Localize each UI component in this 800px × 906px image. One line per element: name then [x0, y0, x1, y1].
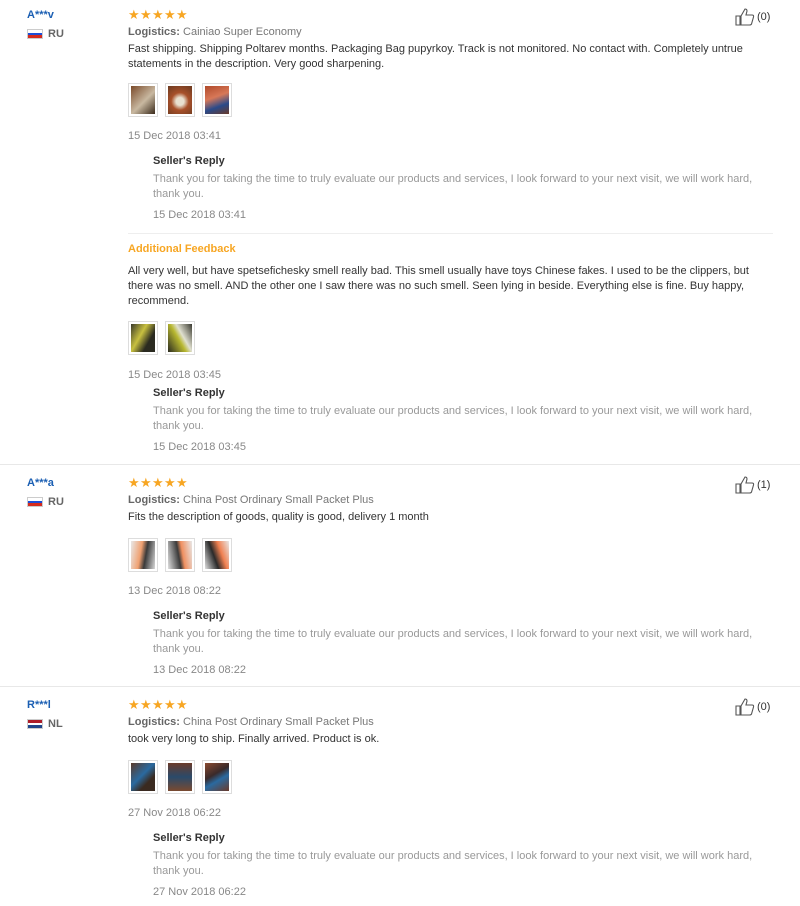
buyer-country: RU [27, 28, 64, 40]
additional-feedback-title: Additional Feedback [128, 243, 236, 255]
star-icon: ★ [152, 697, 164, 712]
seller-reply-text: Thank you for taking the time to truly e… [153, 628, 753, 655]
buyer-country: NL [27, 718, 63, 730]
review-photos [128, 760, 773, 796]
logistics-value: Cainiao Super Economy [183, 26, 302, 38]
review-date: 13 Dec 2018 08:22 [128, 585, 221, 597]
logistics-value: China Post Ordinary Small Packet Plus [183, 716, 374, 728]
review-photo-thumbnail[interactable] [128, 760, 158, 794]
additional-feedback-date: 15 Dec 2018 03:45 [128, 369, 221, 381]
netherlands-flag-icon [27, 719, 43, 729]
seller-reply-text: Thank you for taking the time to truly e… [153, 173, 753, 200]
star-icon: ★ [140, 475, 152, 490]
like-count: (0) [757, 701, 771, 713]
star-icon: ★ [152, 7, 164, 22]
seller-reply: Seller's Reply Thank you for taking the … [153, 386, 773, 454]
seller-reply: Seller's Reply Thank you for taking the … [153, 154, 773, 222]
star-icon: ★ [164, 475, 176, 490]
thumbs-up-icon [735, 698, 755, 716]
logistics-label: Logistics: [128, 494, 180, 506]
review-divider [0, 464, 800, 465]
logistics-info: Logistics: China Post Ordinary Small Pac… [128, 715, 773, 730]
logistics-label: Logistics: [128, 716, 180, 728]
seller-reply-text: Thank you for taking the time to truly e… [153, 405, 753, 432]
star-icon: ★ [128, 697, 140, 712]
star-icon: ★ [164, 7, 176, 22]
helpful-like-button[interactable]: (1) [735, 476, 770, 494]
buyer-name-link[interactable]: A***v [27, 8, 64, 22]
review-text: took very long to ship. Finally arrived.… [128, 733, 380, 745]
like-count: (1) [757, 479, 771, 491]
review-photo-thumbnail[interactable] [165, 83, 195, 117]
star-icon: ★ [176, 7, 188, 22]
reviews-list: A***v RU ★★★★★ Logistics: Cainiao Super … [0, 0, 800, 906]
seller-reply-text: Thank you for taking the time to truly e… [153, 850, 753, 877]
buyer-name-link[interactable]: A***a [27, 476, 64, 490]
seller-reply: Seller's Reply Thank you for taking the … [153, 831, 773, 899]
russia-flag-icon [27, 497, 43, 507]
review-content: ★★★★★ Logistics: China Post Ordinary Sma… [128, 698, 773, 899]
star-icon: ★ [152, 475, 164, 490]
feedback-divider [128, 233, 773, 234]
helpful-like-button[interactable]: (0) [735, 698, 770, 716]
seller-reply-date: 15 Dec 2018 03:41 [153, 209, 246, 221]
helpful-like-button[interactable]: (0) [735, 8, 770, 26]
seller-reply-title: Seller's Reply [153, 155, 225, 167]
buyer-info: A***v RU [27, 8, 64, 40]
logistics-info: Logistics: China Post Ordinary Small Pac… [128, 493, 773, 508]
star-icon: ★ [140, 697, 152, 712]
logistics-info: Logistics: Cainiao Super Economy [128, 25, 773, 40]
review-text: Fits the description of goods, quality i… [128, 511, 429, 523]
star-rating: ★★★★★ [128, 8, 773, 22]
country-code: RU [48, 496, 64, 508]
review-photos [128, 538, 773, 574]
seller-reply-title: Seller's Reply [153, 387, 225, 399]
seller-reply-date: 15 Dec 2018 03:45 [153, 441, 246, 453]
buyer-name-link[interactable]: R***l [27, 698, 63, 712]
buyer-info: A***a RU [27, 476, 64, 508]
review-photo-thumbnail[interactable] [128, 538, 158, 572]
star-rating: ★★★★★ [128, 698, 773, 712]
review-photo-thumbnail[interactable] [165, 538, 195, 572]
seller-reply-date: 27 Nov 2018 06:22 [153, 886, 246, 898]
review-photo-thumbnail[interactable] [202, 83, 232, 117]
review-photo-thumbnail[interactable] [165, 321, 195, 355]
additional-feedback-text: All very well, but have spetsefichesky s… [128, 265, 749, 307]
review-photos [128, 83, 773, 119]
star-icon: ★ [128, 475, 140, 490]
country-code: NL [48, 718, 63, 730]
review-content: ★★★★★ Logistics: China Post Ordinary Sma… [128, 476, 773, 677]
review-photo-thumbnail[interactable] [128, 321, 158, 355]
seller-reply-title: Seller's Reply [153, 610, 225, 622]
seller-reply-title: Seller's Reply [153, 832, 225, 844]
review-photo-thumbnail[interactable] [202, 538, 232, 572]
logistics-label: Logistics: [128, 26, 180, 38]
review-date: 27 Nov 2018 06:22 [128, 807, 221, 819]
buyer-info: R***l NL [27, 698, 63, 730]
seller-reply: Seller's Reply Thank you for taking the … [153, 609, 773, 677]
russia-flag-icon [27, 29, 43, 39]
thumbs-up-icon [735, 8, 755, 26]
review-date: 15 Dec 2018 03:41 [128, 130, 221, 142]
review-content: ★★★★★ Logistics: Cainiao Super Economy F… [128, 8, 773, 454]
star-rating: ★★★★★ [128, 476, 773, 490]
star-icon: ★ [128, 7, 140, 22]
review-photo-thumbnail[interactable] [128, 83, 158, 117]
review-photo-thumbnail[interactable] [202, 760, 232, 794]
logistics-value: China Post Ordinary Small Packet Plus [183, 494, 374, 506]
additional-photos [128, 321, 773, 357]
review-text: Fast shipping. Shipping Poltarev months.… [128, 43, 743, 70]
like-count: (0) [757, 11, 771, 23]
buyer-country: RU [27, 496, 64, 508]
star-icon: ★ [176, 475, 188, 490]
country-code: RU [48, 28, 64, 40]
review-divider [0, 686, 800, 687]
thumbs-up-icon [735, 476, 755, 494]
star-icon: ★ [164, 697, 176, 712]
review-photo-thumbnail[interactable] [165, 760, 195, 794]
star-icon: ★ [176, 697, 188, 712]
star-icon: ★ [140, 7, 152, 22]
seller-reply-date: 13 Dec 2018 08:22 [153, 664, 246, 676]
